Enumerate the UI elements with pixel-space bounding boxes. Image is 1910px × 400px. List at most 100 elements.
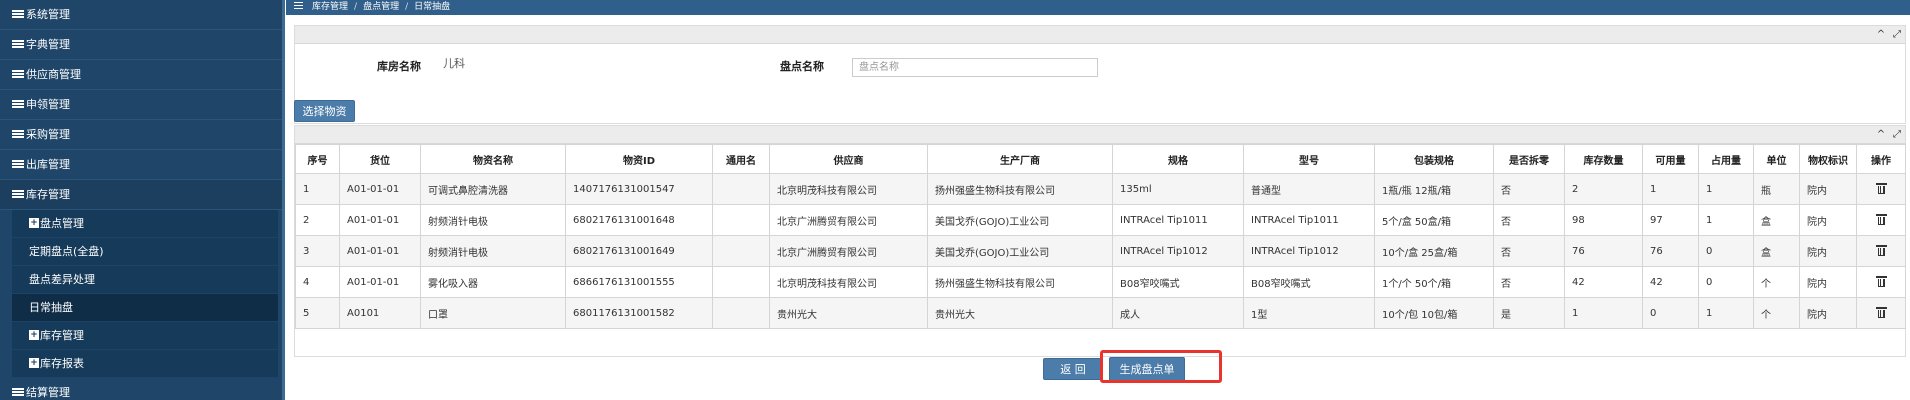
trash-icon[interactable] xyxy=(1875,183,1887,195)
table-cell: 1型 xyxy=(1243,297,1375,329)
table-cell: 院内 xyxy=(1799,266,1857,298)
table-cell: 2 xyxy=(295,204,340,236)
table-cell: 1 xyxy=(1564,297,1643,329)
table-cell: 3 xyxy=(295,235,340,267)
table-cell: 北京明茂科技有限公司 xyxy=(769,173,928,205)
table-cell: 6801176131001582 xyxy=(565,297,713,329)
table-row: 1 A01-01-01 可调式鼻腔清洗器 1407176131001547 北京明茂科技… xyxy=(295,173,1906,205)
materials-table-panel: ^ ⤢ 序号 货位 物资名称 物资ID 通用名 供应商 生产厂商 规格 型号 包… xyxy=(294,125,1906,357)
table-cell: 北京广洲腾贸有限公司 xyxy=(769,204,928,236)
table-cell: 美国戈乔(GOJO)工业公司 xyxy=(927,204,1113,236)
table-row: 3 A01-01-01 射频消针电极 6802176131001649 北京广洲腾贸有限… xyxy=(295,235,1906,267)
table-header-row: 序号 货位 物资名称 物资ID 通用名 供应商 生产厂商 规格 型号 包装规格 … xyxy=(295,144,1906,174)
table-body: 1 A01-01-01 可调式鼻腔清洗器 1407176131001547 北京明茂科技… xyxy=(295,173,1906,329)
table-cell: 否 xyxy=(1493,266,1565,298)
column-header: 序号 xyxy=(295,144,340,174)
panel-header: ^ ⤢ xyxy=(295,26,1905,44)
sidebar-item-label: 采购管理 xyxy=(26,128,70,141)
table-cell: 5个/盒 50盒/箱 xyxy=(1374,204,1494,236)
list-icon xyxy=(12,129,24,139)
table-cell: 1407176131001547 xyxy=(565,173,713,205)
table-cell: 射频消针电极 xyxy=(420,204,566,236)
generate-stocktake-button[interactable]: 生成盘点单 xyxy=(1109,357,1185,382)
table-cell: 10个/盒 25盒/箱 xyxy=(1374,235,1494,267)
list-icon xyxy=(12,189,24,199)
back-button[interactable]: 返 回 xyxy=(1043,358,1103,380)
table-cell: 135ml xyxy=(1112,173,1244,205)
column-header: 操作 xyxy=(1856,144,1906,174)
table-cell: 0 xyxy=(1698,235,1754,267)
table-cell: A01-01-01 xyxy=(339,235,421,267)
list-icon xyxy=(12,39,24,49)
table-cell: 5 xyxy=(295,297,340,329)
trash-icon[interactable] xyxy=(1875,307,1887,319)
menu-icon[interactable] xyxy=(294,2,303,9)
table-cell-actions xyxy=(1856,204,1906,236)
trash-icon[interactable] xyxy=(1875,214,1887,226)
sidebar-item-requisition[interactable]: 申领管理 xyxy=(0,90,282,120)
table-cell: 97 xyxy=(1642,204,1699,236)
plus-icon: + xyxy=(29,330,39,340)
sidebar-item-inventory[interactable]: 库存管理 xyxy=(0,180,282,210)
table-cell-actions xyxy=(1856,266,1906,298)
submenu-item-daily-spot-check[interactable]: 日常抽盘 xyxy=(12,294,278,322)
table-row: 2 A01-01-01 射频消针电极 6802176131001648 北京广洲腾贸有限… xyxy=(295,204,1906,236)
select-materials-button[interactable]: 选择物资 xyxy=(294,100,355,122)
column-header: 占用量 xyxy=(1698,144,1754,174)
column-header: 物资名称 xyxy=(420,144,566,174)
table-cell: 射频消针电极 xyxy=(420,235,566,267)
trash-icon[interactable] xyxy=(1875,276,1887,288)
table-cell: 雾化吸入器 xyxy=(420,266,566,298)
sidebar-item-settlement[interactable]: 结算管理 xyxy=(0,378,282,400)
table-cell: 院内 xyxy=(1799,204,1857,236)
sidebar-item-purchase[interactable]: 采购管理 xyxy=(0,120,282,150)
sidebar-item-label: 库存管理 xyxy=(26,188,70,201)
table-cell: A01-01-01 xyxy=(339,266,421,298)
table-cell: 口罩 xyxy=(420,297,566,329)
sidebar-item-supplier[interactable]: 供应商管理 xyxy=(0,60,282,90)
warehouse-value: 儿科 xyxy=(443,57,465,70)
sidebar-item-dictionary[interactable]: 字典管理 xyxy=(0,30,282,60)
table-cell: 1 xyxy=(295,173,340,205)
expand-icon[interactable]: ⤢ xyxy=(1891,129,1903,141)
submenu-item-discrepancy[interactable]: 盘点差异处理 xyxy=(12,266,278,294)
submenu-item-inventory-report[interactable]: + 库存报表 xyxy=(12,350,278,378)
table-cell: B08窄咬嘴式 xyxy=(1112,266,1244,298)
table-cell: 76 xyxy=(1564,235,1643,267)
submenu-item-periodic-stocktake[interactable]: 定期盘点(全盘) xyxy=(12,238,278,266)
sidebar-item-outbound[interactable]: 出库管理 xyxy=(0,150,282,180)
table-cell: A0101 xyxy=(339,297,421,329)
table-cell: 院内 xyxy=(1799,173,1857,205)
sidebar-item-system[interactable]: 系统管理 xyxy=(0,0,282,30)
sidebar-item-label: 字典管理 xyxy=(26,38,70,51)
table-cell: INTRAcel Tip1012 xyxy=(1112,235,1244,267)
sidebar-item-label: 申领管理 xyxy=(26,98,70,111)
table-cell: 瓶 xyxy=(1753,173,1800,205)
table-cell: 盒 xyxy=(1753,204,1800,236)
breadcrumb-separator: / xyxy=(354,2,358,12)
collapse-icon[interactable]: ^ xyxy=(1875,29,1887,41)
breadcrumb-item[interactable]: 盘点管理 xyxy=(363,2,399,12)
table-cell: 2 xyxy=(1564,173,1643,205)
submenu-item-label: 库存报表 xyxy=(40,357,84,370)
breadcrumb-item[interactable]: 库存管理 xyxy=(312,2,348,12)
table-cell: 否 xyxy=(1493,204,1565,236)
list-icon xyxy=(12,9,24,19)
submenu-item-inventory-manage[interactable]: + 库存管理 xyxy=(12,322,278,350)
table-cell: 0 xyxy=(1698,266,1754,298)
list-icon xyxy=(12,387,24,397)
table-row: 5 A0101 口罩 6801176131001582 贵州光大 贵州光大 成人 1型 10个/… xyxy=(295,297,1906,329)
table-cell: 10个/包 10包/箱 xyxy=(1374,297,1494,329)
column-header: 供应商 xyxy=(769,144,928,174)
submenu-item-stocktake[interactable]: + 盘点管理 xyxy=(12,210,278,238)
table-cell: INTRAcel Tip1011 xyxy=(1112,204,1244,236)
expand-icon[interactable]: ⤢ xyxy=(1891,29,1903,41)
stocktake-name-input[interactable] xyxy=(852,58,1098,77)
column-header: 物权标识 xyxy=(1799,144,1857,174)
stocktake-name-label: 盘点名称 xyxy=(780,60,824,73)
sidebar-item-label: 供应商管理 xyxy=(26,68,81,81)
collapse-icon[interactable]: ^ xyxy=(1875,129,1887,141)
trash-icon[interactable] xyxy=(1875,245,1887,257)
column-header: 单位 xyxy=(1753,144,1800,174)
column-header: 可用量 xyxy=(1642,144,1699,174)
